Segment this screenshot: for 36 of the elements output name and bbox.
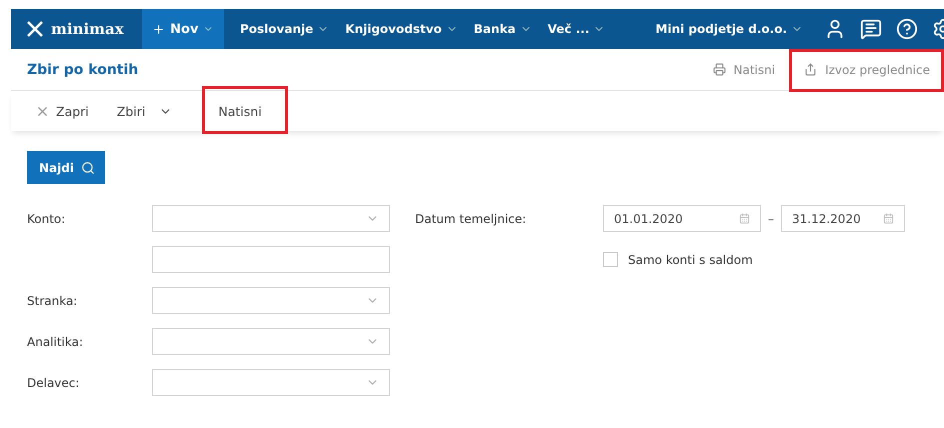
nav-menu-item[interactable]: Banka bbox=[458, 22, 532, 36]
field-label: Konto: bbox=[27, 212, 66, 226]
checkbox[interactable] bbox=[603, 252, 618, 267]
new-button[interactable]: Nov bbox=[142, 9, 224, 49]
nav-menu-item[interactable]: Poslovanje bbox=[224, 22, 330, 36]
logo-text: minimax bbox=[51, 20, 124, 38]
print-button[interactable]: Natisni bbox=[698, 49, 790, 90]
logo-icon bbox=[25, 20, 45, 38]
page-title: Zbir po kontih bbox=[26, 62, 140, 78]
field-label: Datum temeljnice: bbox=[414, 212, 528, 226]
printer-icon bbox=[712, 63, 726, 76]
nav-menu-item[interactable]: Knjigovodstvo bbox=[329, 22, 458, 36]
calendar-icon bbox=[739, 213, 750, 224]
dropdown-button[interactable]: Zbiri bbox=[116, 91, 202, 131]
export-button[interactable]: Izvoz preglednice bbox=[789, 49, 944, 90]
search-button[interactable]: Najdi bbox=[27, 151, 105, 184]
checkbox-label: Samo konti s saldom bbox=[628, 252, 753, 266]
search-icon bbox=[80, 160, 95, 174]
date-field[interactable]: 31.12.2020 bbox=[781, 205, 905, 232]
nav-menu-item[interactable]: Več ... bbox=[532, 22, 606, 36]
range-dash: – bbox=[767, 212, 775, 226]
print-button[interactable]: Natisni bbox=[202, 91, 288, 131]
input-field[interactable] bbox=[152, 246, 390, 273]
field-label: Delavec: bbox=[27, 376, 80, 390]
select-field[interactable] bbox=[152, 328, 390, 355]
select-field[interactable] bbox=[152, 369, 390, 396]
company-selector[interactable]: Mini podjetje d.o.o. bbox=[640, 22, 803, 36]
calendar-icon bbox=[883, 213, 894, 224]
close-button[interactable]: Zapri bbox=[11, 91, 117, 131]
share-icon bbox=[804, 63, 818, 76]
field-label: Stranka: bbox=[27, 294, 78, 308]
date-field[interactable]: 01.01.2020 bbox=[603, 205, 761, 232]
select-field[interactable] bbox=[152, 205, 390, 232]
select-field[interactable] bbox=[152, 287, 390, 314]
field-label: Analitika: bbox=[27, 334, 84, 348]
app-logo[interactable]: minimax bbox=[11, 9, 142, 49]
